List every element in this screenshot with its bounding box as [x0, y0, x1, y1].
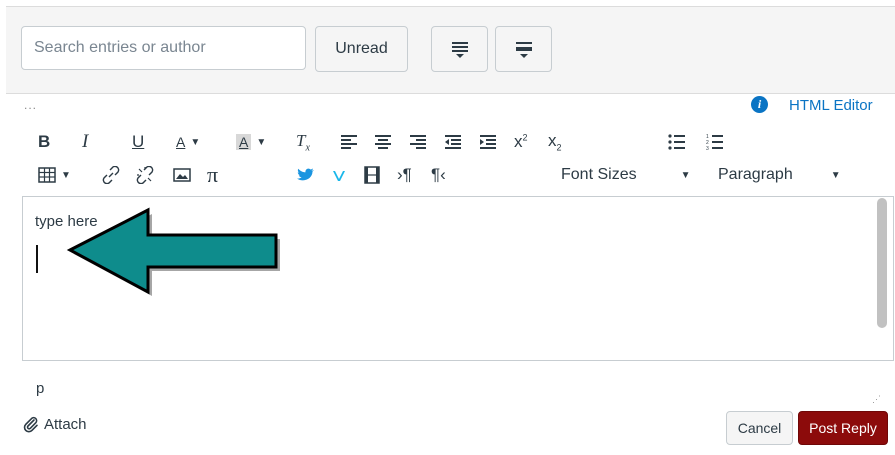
underline-icon: U: [132, 132, 145, 151]
post-reply-button[interactable]: Post Reply: [798, 411, 888, 445]
media-button[interactable]: [364, 163, 380, 187]
chevron-down-icon: ▼: [61, 169, 71, 181]
background-color-button[interactable]: A ▼: [236, 130, 266, 154]
arrow-annotation: [66, 207, 280, 296]
align-left-icon: [341, 135, 357, 149]
svg-text:3: 3: [706, 146, 709, 150]
indent-icon: [480, 135, 496, 149]
outdent-icon: [445, 135, 461, 149]
rtl-icon: ¶‹: [431, 165, 446, 184]
chevron-down-icon: ▼: [680, 169, 691, 181]
clear-formatting-icon: Tx: [296, 130, 310, 154]
table-icon: [38, 167, 56, 183]
image-icon: [173, 168, 191, 182]
vimeo-icon: [333, 171, 345, 181]
twitter-button[interactable]: [297, 163, 315, 187]
italic-icon: I: [82, 131, 89, 152]
ltr-button[interactable]: ›¶: [397, 163, 412, 187]
expand-all-icon: [451, 42, 468, 58]
subscript-button[interactable]: x2: [548, 130, 562, 154]
math-button[interactable]: π: [207, 162, 219, 187]
editor-scrollbar[interactable]: [877, 198, 887, 328]
collapse-all-button[interactable]: [495, 26, 552, 72]
align-center-icon: [375, 135, 391, 149]
twitter-icon: [297, 168, 314, 181]
text-color-icon: A: [176, 134, 186, 150]
ltr-icon: ›¶: [397, 165, 412, 184]
more-toolbar-indicator[interactable]: ...: [24, 98, 37, 112]
align-center-button[interactable]: [374, 130, 392, 154]
font-sizes-label: Font Sizes: [561, 166, 637, 183]
align-right-button[interactable]: [409, 130, 427, 154]
attach-button[interactable]: Attach: [22, 415, 87, 433]
image-button[interactable]: [173, 163, 191, 187]
link-icon: [102, 166, 120, 184]
unlink-button[interactable]: [136, 163, 154, 187]
numbered-list-icon: 123: [706, 134, 723, 150]
superscript-button[interactable]: x2: [514, 130, 528, 154]
html-editor-link[interactable]: HTML Editor: [789, 97, 873, 114]
bold-button[interactable]: B: [38, 130, 50, 154]
element-path[interactable]: p: [36, 380, 44, 397]
subscript-icon: x2: [548, 131, 562, 153]
link-button[interactable]: [102, 163, 120, 187]
chevron-down-icon: ▼: [256, 136, 267, 148]
italic-button[interactable]: I: [82, 130, 88, 154]
bold-icon: B: [38, 132, 51, 151]
align-right-icon: [410, 135, 426, 149]
bullet-list-icon: [668, 134, 685, 150]
math-icon: π: [207, 162, 219, 187]
collapse-all-icon: [515, 42, 532, 58]
paragraph-label: Paragraph: [718, 166, 793, 183]
unlink-icon: [136, 166, 154, 184]
superscript-icon: x2: [514, 132, 528, 151]
chevron-down-icon: ▼: [190, 136, 201, 148]
info-icon[interactable]: i: [751, 96, 768, 113]
indent-button[interactable]: [479, 130, 497, 154]
text-color-button[interactable]: A ▼: [176, 130, 200, 154]
vimeo-button[interactable]: [332, 163, 346, 187]
table-button[interactable]: ▼: [38, 163, 71, 187]
align-left-button[interactable]: [340, 130, 358, 154]
numbered-list-button[interactable]: 123: [706, 130, 724, 154]
unread-button[interactable]: Unread: [315, 26, 408, 72]
chevron-down-icon: ▼: [830, 169, 841, 181]
background-color-icon: A: [236, 134, 252, 150]
attach-label: Attach: [44, 415, 87, 433]
text-cursor: [36, 245, 38, 273]
underline-button[interactable]: U: [132, 130, 144, 154]
cancel-button[interactable]: Cancel: [726, 411, 793, 445]
bullet-list-button[interactable]: [668, 130, 686, 154]
resize-handle[interactable]: ⋰: [872, 394, 881, 405]
media-icon: [364, 166, 380, 184]
rtl-button[interactable]: ¶‹: [431, 163, 446, 187]
paperclip-icon: [23, 416, 38, 433]
clear-formatting-button[interactable]: Tx: [296, 130, 310, 154]
paragraph-dropdown[interactable]: Paragraph ▼: [718, 163, 841, 187]
expand-all-button[interactable]: [431, 26, 488, 72]
font-sizes-dropdown[interactable]: Font Sizes ▼: [561, 163, 691, 187]
outdent-button[interactable]: [444, 130, 462, 154]
search-input[interactable]: [21, 26, 306, 70]
